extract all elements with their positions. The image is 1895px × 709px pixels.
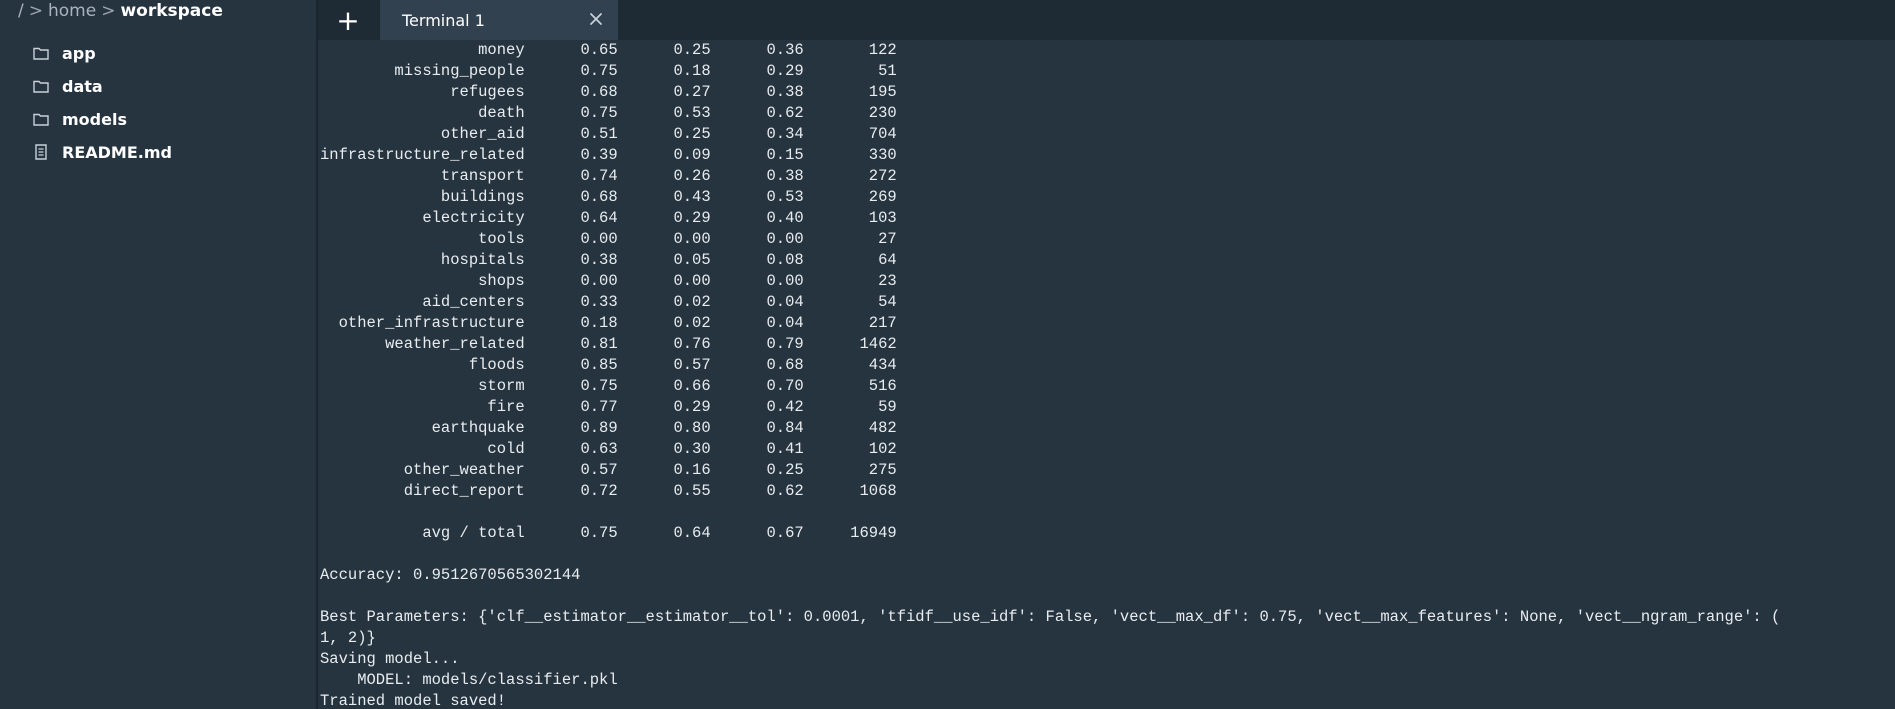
sidebar-item-label: app [62,43,96,63]
breadcrumb-separator: > [28,1,43,21]
file-explorer-sidebar: / > home > workspace app data models REA… [0,0,318,709]
tab-bar: + Terminal 1 [318,0,1895,40]
terminal-panel[interactable]: money 0.65 0.25 0.36 122 missing_people … [320,40,1895,709]
sidebar-item-label: data [62,76,103,96]
metrics-row: other_infrastructure 0.18 0.02 0.04 217 [320,314,897,332]
metrics-row: transport 0.74 0.26 0.38 272 [320,167,897,185]
model-path-line: MODEL: models/classifier.pkl [320,671,618,689]
metrics-row: storm 0.75 0.66 0.70 516 [320,377,897,395]
tab-terminal-1[interactable]: Terminal 1 [380,0,618,40]
metrics-row: shops 0.00 0.00 0.00 23 [320,272,897,290]
folder-icon [32,44,50,62]
metrics-row: direct_report 0.72 0.55 0.62 1068 [320,482,897,500]
accuracy-line: Accuracy: 0.9512670565302144 [320,566,581,584]
saved-line: Trained model saved! [320,692,507,709]
breadcrumb-root[interactable]: / [18,1,24,21]
metrics-row: electricity 0.64 0.29 0.40 103 [320,209,897,227]
metrics-row: death 0.75 0.53 0.62 230 [320,104,897,122]
folder-icon [32,110,50,128]
metrics-row: other_aid 0.51 0.25 0.34 704 [320,125,897,143]
metrics-row: aid_centers 0.33 0.02 0.04 54 [320,293,897,311]
best-params-line: Best Parameters: {'clf__estimator__estim… [320,608,1781,626]
best-params-line: 1, 2)} [320,629,376,647]
breadcrumb-workspace[interactable]: workspace [120,1,222,21]
close-icon[interactable] [586,9,606,29]
metrics-row: buildings 0.68 0.43 0.53 269 [320,188,897,206]
tab-label: Terminal 1 [402,10,485,30]
sidebar-item-models[interactable]: models [32,106,127,132]
metrics-row: hospitals 0.38 0.05 0.08 64 [320,251,897,269]
avg-total-row: avg / total 0.75 0.64 0.67 16949 [320,524,897,542]
sidebar-item-app[interactable]: app [32,40,96,66]
breadcrumb-separator: > [101,1,116,21]
saving-line: Saving model... [320,650,460,668]
folder-icon [32,77,50,95]
new-terminal-button[interactable]: + [318,0,378,40]
metrics-row: money 0.65 0.25 0.36 122 [320,41,897,59]
sidebar-item-data[interactable]: data [32,73,103,99]
metrics-row: fire 0.77 0.29 0.42 59 [320,398,897,416]
metrics-row: cold 0.63 0.30 0.41 102 [320,440,897,458]
terminal-scrollbar[interactable] [1885,40,1895,709]
metrics-row: floods 0.85 0.57 0.68 434 [320,356,897,374]
metrics-row: refugees 0.68 0.27 0.38 195 [320,83,897,101]
metrics-row: weather_related 0.81 0.76 0.79 1462 [320,335,897,353]
file-icon [32,143,50,161]
metrics-row: missing_people 0.75 0.18 0.29 51 [320,62,897,80]
sidebar-item-label: models [62,109,127,129]
metrics-row: infrastructure_related 0.39 0.09 0.15 33… [320,146,897,164]
sidebar-item-label: README.md [62,142,172,162]
plus-icon: + [336,3,360,37]
metrics-row: tools 0.00 0.00 0.00 27 [320,230,897,248]
terminal-output: money 0.65 0.25 0.36 122 missing_people … [320,40,1780,709]
sidebar-item-readme[interactable]: README.md [32,139,172,165]
breadcrumb-home[interactable]: home [48,1,96,21]
metrics-row: other_weather 0.57 0.16 0.25 275 [320,461,897,479]
metrics-row: earthquake 0.89 0.80 0.84 482 [320,419,897,437]
breadcrumb: / > home > workspace [18,0,223,22]
